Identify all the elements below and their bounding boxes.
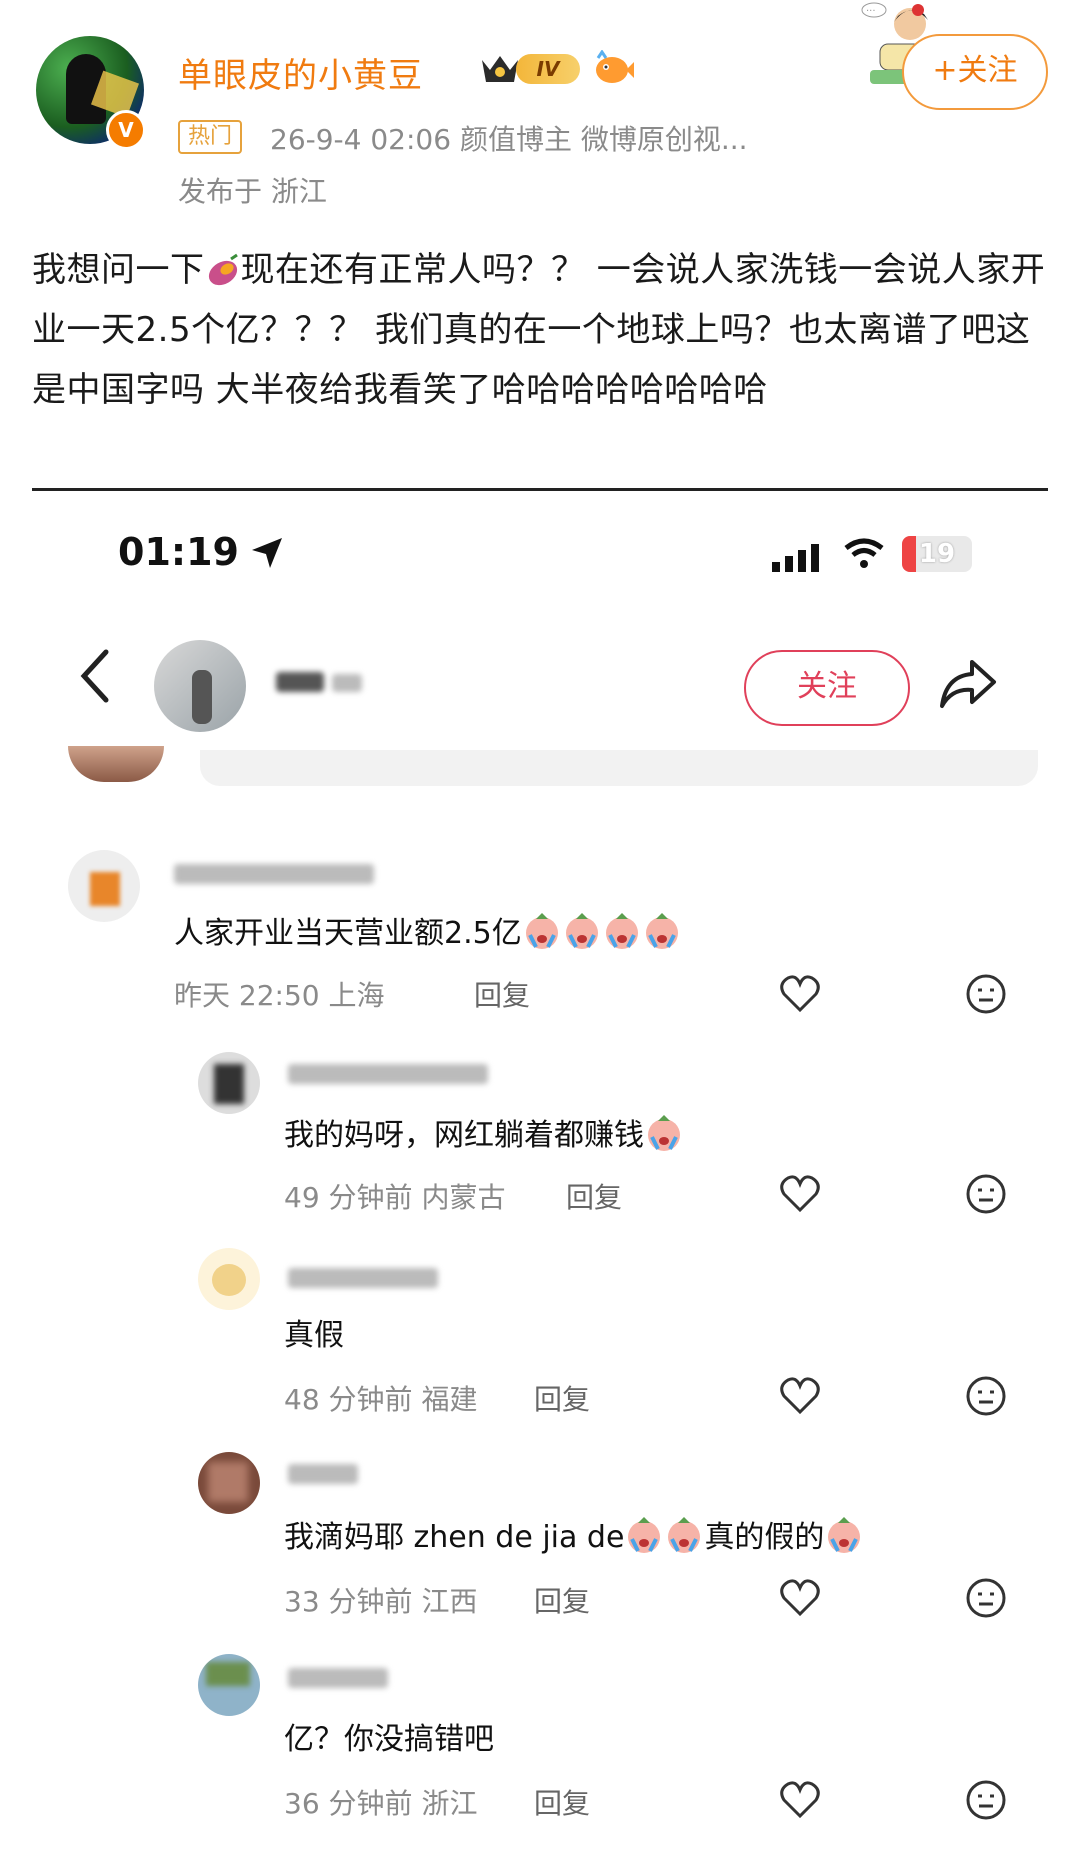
comment-text: 我滴妈耶 zhen de jia de 真的假的 (284, 1512, 864, 1556)
blurred-username (288, 1464, 358, 1484)
comment-avatar[interactable] (198, 1452, 260, 1514)
comment-meta: 33 分钟前 江西 (284, 1585, 478, 1618)
hot-tag: 热门 (178, 120, 243, 154)
comment-avatar[interactable] (198, 1248, 260, 1310)
divider (32, 488, 1048, 491)
reply-button[interactable]: 回复 (534, 1580, 590, 1620)
battery-level: 19 (918, 539, 956, 569)
dislike-face-icon[interactable] (964, 1374, 1008, 1418)
comment-meta: 昨天 22:50 上海 (174, 979, 385, 1012)
verified-badge-icon: V (106, 110, 146, 150)
follow-button[interactable]: +关注 (902, 34, 1048, 110)
comment-avatar[interactable] (198, 1052, 260, 1114)
heart-icon[interactable] (778, 1172, 822, 1216)
profile-follow-button[interactable]: 关注 (744, 650, 910, 726)
comment-avatar[interactable] (68, 850, 140, 922)
comment-avatar[interactable] (198, 1654, 260, 1716)
blurred-username (276, 672, 324, 692)
heart-icon[interactable] (778, 1576, 822, 1620)
comment-text: 人家开业当天营业额2.5亿 (174, 908, 682, 952)
comment-meta: 36 分钟前 浙江 (284, 1787, 478, 1820)
svg-text:···: ··· (866, 6, 876, 17)
author-name[interactable]: 单眼皮的小黄豆 (178, 48, 423, 97)
blurred-username (288, 1668, 388, 1688)
profile-avatar[interactable] (154, 640, 246, 732)
crying-emoji-icon (624, 1517, 704, 1555)
blurred-username (288, 1268, 438, 1288)
reply-button[interactable]: 回复 (474, 974, 530, 1014)
dislike-face-icon[interactable] (964, 1172, 1008, 1216)
blurred-username (288, 1064, 488, 1084)
crying-emoji-icon (828, 1517, 861, 1553)
dislike-face-icon[interactable] (964, 1576, 1008, 1620)
fish-icon (596, 50, 634, 83)
comment-text: 真假 (284, 1318, 344, 1353)
level-badge: IV (516, 54, 580, 84)
share-icon[interactable] (938, 656, 998, 712)
heart-icon[interactable] (778, 972, 822, 1016)
blurred-username (174, 864, 374, 884)
crying-emoji-icon (522, 913, 682, 951)
post-meta: 26-9-4 02:06 颜值博主 微博原创视... (270, 123, 748, 156)
reply-button[interactable]: 回复 (534, 1782, 590, 1822)
comment-text: 亿？你没搞错吧 (284, 1722, 494, 1757)
embedded-screenshot: 01:19 19 关注 人家开业当天营业额2.5亿 昨天 22:50 上海 回复 (32, 496, 1048, 1854)
dislike-face-icon[interactable] (964, 972, 1008, 1016)
signal-icon (772, 544, 819, 572)
blurred-username (332, 674, 362, 692)
heart-icon[interactable] (778, 1778, 822, 1822)
comment-meta: 49 分钟前 内蒙古 (284, 1181, 506, 1214)
reply-button[interactable]: 回复 (566, 1176, 622, 1216)
sweet-potato-icon (208, 253, 238, 286)
post-location: 发布于 浙江 (178, 175, 327, 208)
comment-input-bar[interactable] (200, 750, 1038, 786)
reply-button[interactable]: 回复 (534, 1378, 590, 1418)
heart-icon[interactable] (778, 1374, 822, 1418)
wifi-icon (844, 538, 884, 568)
crying-emoji-icon (648, 1115, 680, 1151)
status-time: 01:19 (118, 530, 239, 574)
comment-meta: 48 分钟前 福建 (284, 1383, 478, 1416)
avatar (68, 746, 164, 782)
crown-icon (482, 56, 518, 82)
back-chevron-icon[interactable] (76, 646, 112, 706)
location-arrow-icon (252, 538, 282, 568)
comment-text: 我的妈呀，网红躺着都赚钱 (284, 1110, 684, 1154)
dislike-face-icon[interactable] (964, 1778, 1008, 1822)
post-body: 我想问一下 现在还有正常人吗？？ 一会说人家洗钱一会说人家开业一天2.5个亿？？？… (32, 250, 1046, 410)
battery-icon: 19 (902, 536, 972, 572)
